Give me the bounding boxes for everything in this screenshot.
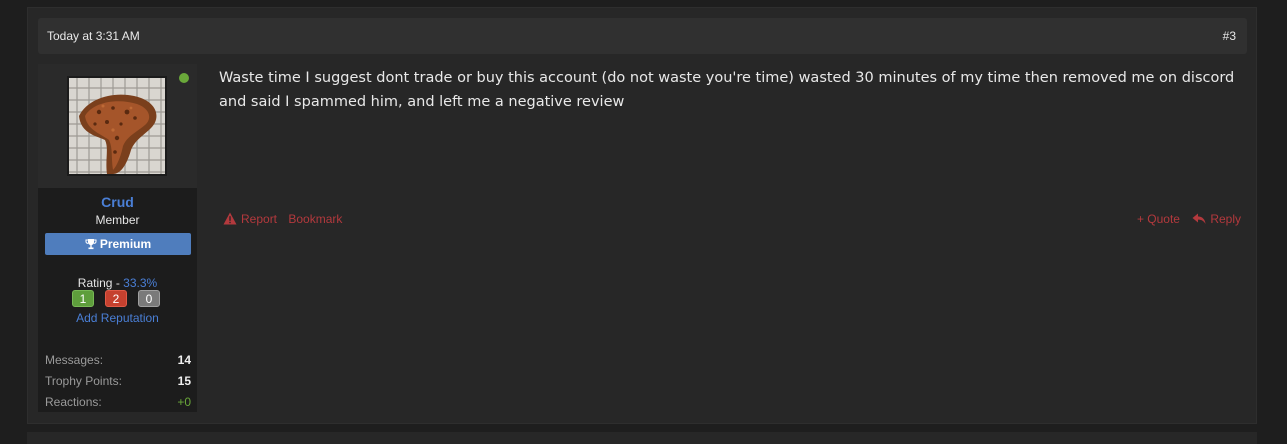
stat-label: Messages: [45, 353, 104, 367]
report-button[interactable]: Report [223, 212, 280, 226]
reputation-counts: 1 2 0 [72, 290, 172, 310]
reply-label: Reply [1210, 212, 1241, 226]
post-actions-right: + Quote Reply [1137, 212, 1241, 226]
avatar-image [69, 78, 165, 174]
reply-icon [1192, 213, 1206, 224]
reply-button[interactable]: Reply [1192, 212, 1241, 226]
post-date[interactable]: Today at 3:31 AM [47, 29, 140, 43]
online-status-indicator [178, 72, 190, 84]
warning-icon [223, 212, 237, 225]
bookmark-button[interactable]: Bookmark [288, 212, 342, 226]
add-reputation-link[interactable]: Add Reputation [38, 311, 197, 325]
positive-rep-count[interactable]: 1 [72, 290, 94, 307]
post-message: Waste time I suggest dont trade or buy t… [219, 70, 1235, 110]
user-info: Crud Member Premium Rating - 33.3% 1 2 0… [38, 188, 197, 412]
rating-value[interactable]: 33.3% [123, 276, 157, 290]
user-panel: Crud Member Premium Rating - 33.3% 1 2 0… [38, 64, 197, 412]
stat-reactions: Reactions: +0 [45, 395, 191, 411]
rating-line: Rating - 33.3% [38, 276, 197, 290]
stat-label: Reactions: [45, 395, 102, 409]
premium-badge: Premium [45, 233, 191, 255]
neutral-rep-count[interactable]: 0 [138, 290, 160, 307]
stat-trophy-points: Trophy Points: 15 [45, 374, 191, 390]
negative-rep-count[interactable]: 2 [105, 290, 127, 307]
post-permalink[interactable]: #3 [1223, 29, 1236, 43]
rating-label: Rating - [77, 276, 124, 290]
post-header: Today at 3:31 AM #3 [38, 18, 1247, 54]
premium-badge-label: Premium [99, 237, 152, 251]
next-post-edge [27, 432, 1257, 444]
report-label: Report [241, 212, 278, 226]
avatar[interactable] [67, 76, 167, 176]
stat-messages: Messages: 14 [45, 353, 191, 369]
post-actions-left: Report Bookmark [223, 212, 342, 226]
user-title: Member [95, 213, 140, 227]
stat-value: +0 [177, 395, 191, 409]
quote-button[interactable]: + Quote [1137, 212, 1180, 226]
trophy-icon [85, 239, 97, 250]
stat-value[interactable]: 15 [178, 374, 191, 388]
username[interactable]: Crud [38, 194, 197, 210]
stat-value: 14 [177, 353, 191, 367]
stat-label: Trophy Points: [45, 374, 122, 388]
